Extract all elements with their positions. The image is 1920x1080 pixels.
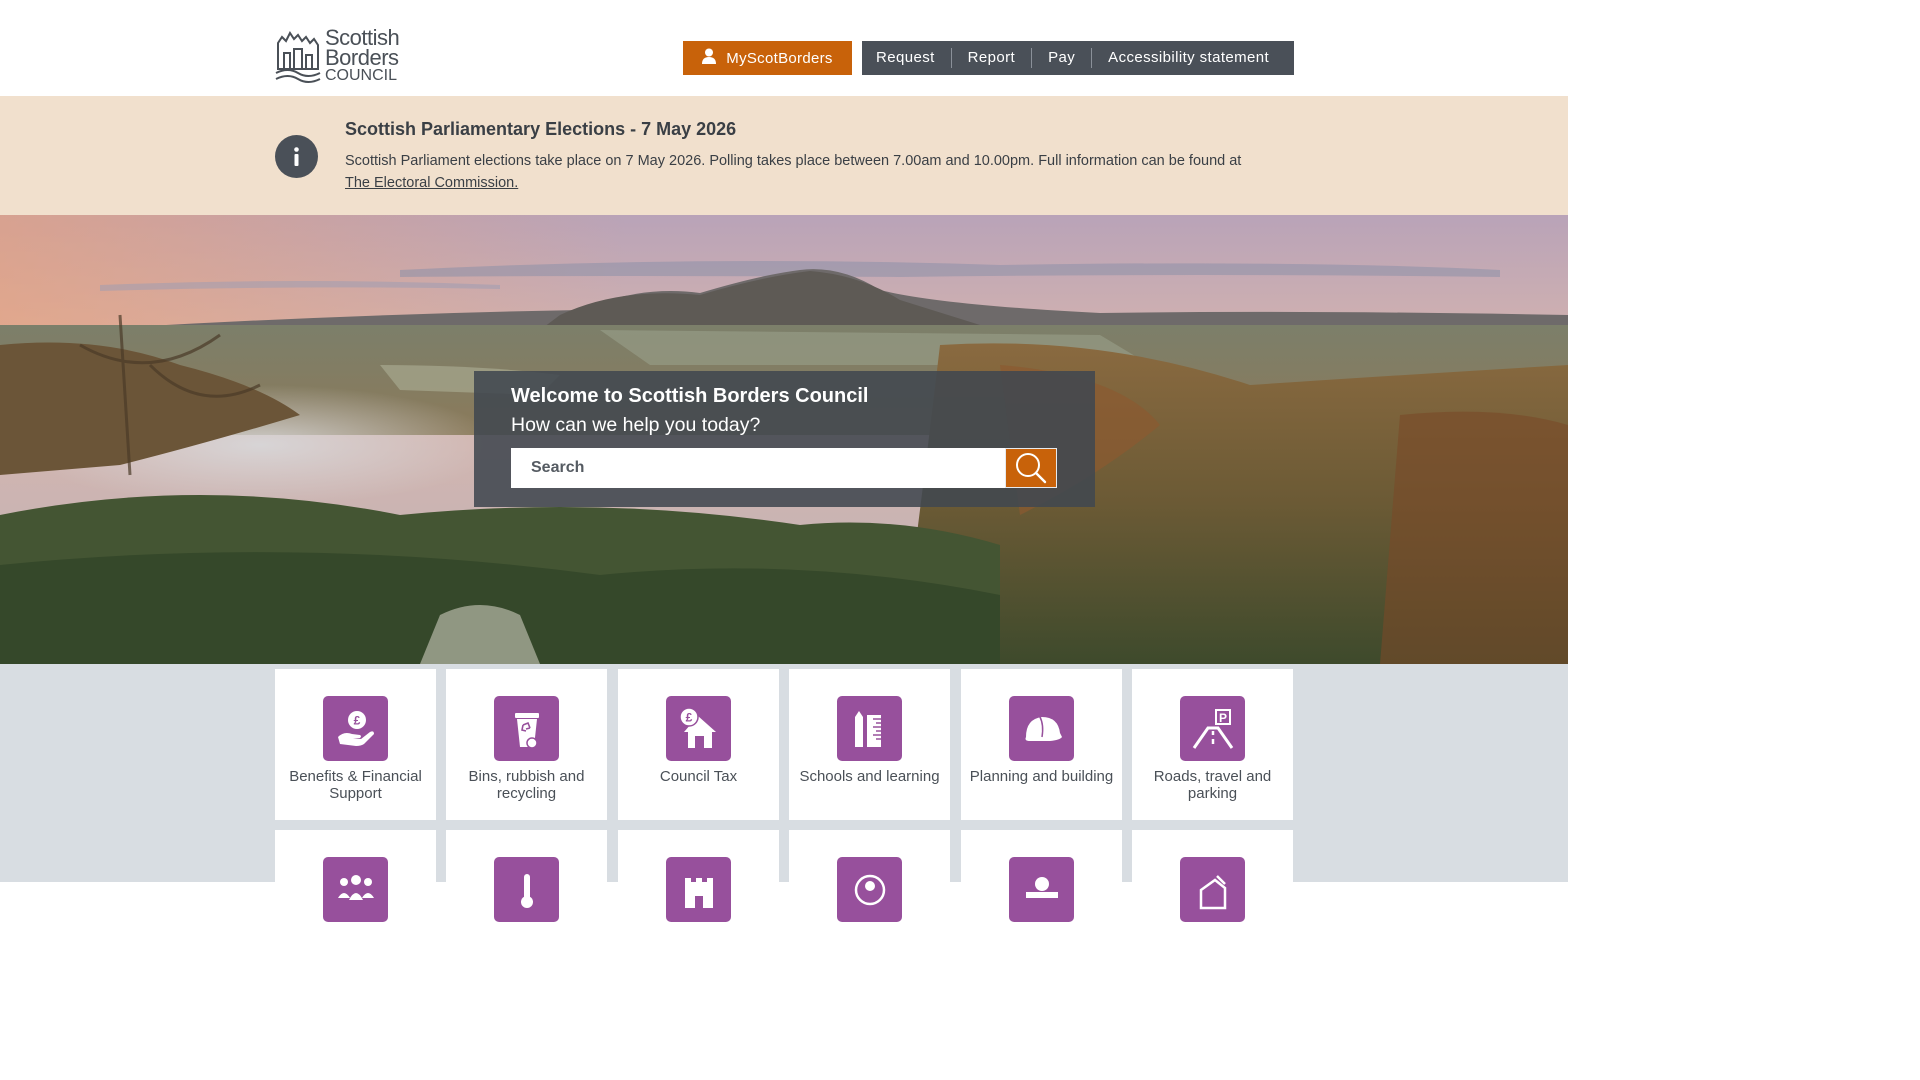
- castle-icon: [684, 877, 713, 908]
- user-icon: [702, 48, 717, 68]
- svg-text:£: £: [685, 710, 692, 724]
- house-pound-icon: £: [678, 706, 716, 748]
- bin-icon: [514, 712, 539, 749]
- nav-pay[interactable]: Pay: [1031, 48, 1091, 68]
- tile-row2-4[interactable]: [789, 830, 950, 922]
- people-icon: [337, 874, 374, 900]
- tile-roads-travel-parking[interactable]: P Roads, travel and parking: [1132, 669, 1293, 820]
- tile-row2-2[interactable]: [446, 830, 607, 922]
- search-input[interactable]: [511, 448, 1005, 488]
- hard-hat-icon: [1025, 716, 1062, 741]
- person-icon: [1025, 876, 1058, 898]
- tile-row2-6[interactable]: [1132, 830, 1293, 922]
- tile-label: Schools and learning: [799, 768, 940, 785]
- top-navigation: Request Report Pay Accessibility stateme…: [862, 41, 1294, 75]
- myscotborders-button[interactable]: MyScotBorders: [683, 41, 852, 75]
- logo-line-2: Borders: [325, 45, 399, 70]
- tile-council-tax[interactable]: £ Council Tax: [618, 669, 779, 820]
- electoral-commission-link[interactable]: The Electoral Commission.: [345, 175, 518, 191]
- tile-row2-1[interactable]: [275, 830, 436, 922]
- site-header: Scottish Borders COUNCIL MyScotBorders R…: [0, 0, 1568, 96]
- nav-report[interactable]: Report: [950, 48, 1031, 68]
- myscotborders-label: MyScotBorders: [726, 49, 833, 67]
- service-tiles-section: [0, 664, 1568, 882]
- alert-body: Scottish Parliament elections take place…: [345, 150, 1265, 194]
- alert-title: Scottish Parliamentary Elections - 7 May…: [345, 119, 737, 139]
- tile-label: Council Tax: [659, 768, 738, 785]
- tile-label: Roads, travel and parking: [1153, 768, 1272, 802]
- hand-pound-icon: £: [337, 710, 374, 746]
- tile-benefits-financial-support[interactable]: £ Benefits & Financial Support: [275, 669, 436, 820]
- welcome-subheading: How can we help you today?: [511, 414, 761, 436]
- tile-label: Benefits & Financial Support: [289, 768, 422, 802]
- svg-text:£: £: [353, 713, 360, 727]
- logo-line-3: COUNCIL: [325, 67, 398, 84]
- pencil-ruler-icon: [854, 710, 881, 747]
- welcome-heading: Welcome to Scottish Borders Council: [511, 385, 869, 407]
- search-button[interactable]: [1005, 448, 1057, 488]
- svg-text:P: P: [1218, 711, 1226, 725]
- road-parking-icon: P: [1192, 708, 1233, 749]
- tile-planning-building[interactable]: Planning and building: [961, 669, 1122, 820]
- building-icon: [1199, 874, 1226, 909]
- location-pin-icon: [854, 874, 885, 905]
- info-icon: [275, 135, 318, 178]
- tile-schools-learning[interactable]: Schools and learning: [789, 669, 950, 820]
- alert-text: Scottish Parliament elections take place…: [345, 153, 1242, 169]
- logo-line-1: Scottish: [325, 25, 400, 50]
- tile-label: Planning and building: [969, 768, 1114, 785]
- nav-accessibility-statement[interactable]: Accessibility statement: [1091, 48, 1285, 68]
- tile-bins-rubbish-recycling[interactable]: Bins, rubbish and recycling: [446, 669, 607, 820]
- nav-request[interactable]: Request: [862, 48, 951, 68]
- search-icon: [1016, 453, 1047, 484]
- council-logo[interactable]: Scottish Borders COUNCIL: [274, 25, 406, 86]
- tile-label: Bins, rubbish and recycling: [468, 768, 585, 802]
- tile-row2-5[interactable]: [961, 830, 1122, 922]
- tile-row2-3[interactable]: [618, 830, 779, 922]
- thermometer-icon: [520, 873, 533, 908]
- castle-crest-icon: [275, 31, 321, 83]
